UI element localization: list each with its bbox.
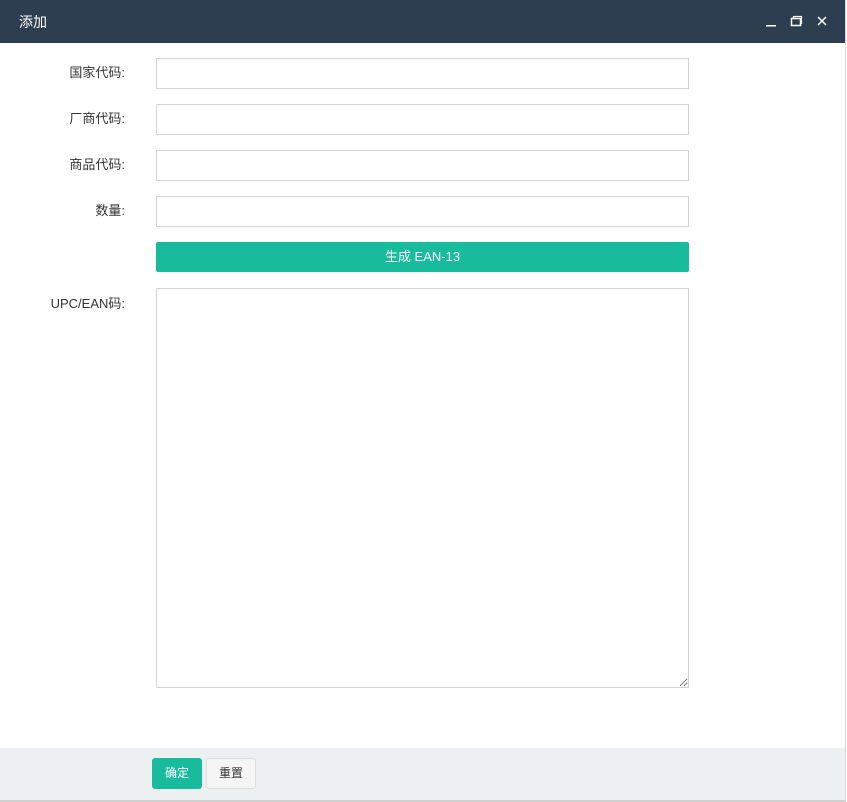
- product-code-input[interactable]: [156, 150, 689, 181]
- reset-button[interactable]: 重置: [206, 758, 256, 789]
- maximize-icon[interactable]: [789, 12, 805, 30]
- upc-ean-textarea[interactable]: [156, 288, 689, 688]
- country-code-label: 国家代码:: [69, 65, 125, 80]
- dialog-titlebar[interactable]: 添加: [0, 0, 845, 43]
- quantity-input[interactable]: [156, 196, 689, 227]
- country-code-input[interactable]: [156, 58, 689, 89]
- generate-ean13-button[interactable]: 生成 EAN-13: [156, 242, 689, 272]
- dialog-title: 添加: [19, 14, 47, 30]
- manufacturer-code-label: 厂商代码:: [69, 111, 125, 126]
- close-icon[interactable]: [814, 12, 830, 30]
- product-code-label: 商品代码:: [69, 157, 125, 172]
- minimize-icon[interactable]: [763, 12, 779, 30]
- dialog-footer: 确定 重置: [0, 748, 845, 800]
- quantity-label: 数量:: [95, 203, 125, 218]
- confirm-button[interactable]: 确定: [152, 758, 202, 789]
- manufacturer-code-input[interactable]: [156, 104, 689, 135]
- add-dialog: 添加 国家代码: 厂商代码: 商品代码: 数量: 生成 EAN-13 UPC/E…: [0, 0, 846, 802]
- upc-ean-label: UPC/EAN码:: [50, 296, 125, 311]
